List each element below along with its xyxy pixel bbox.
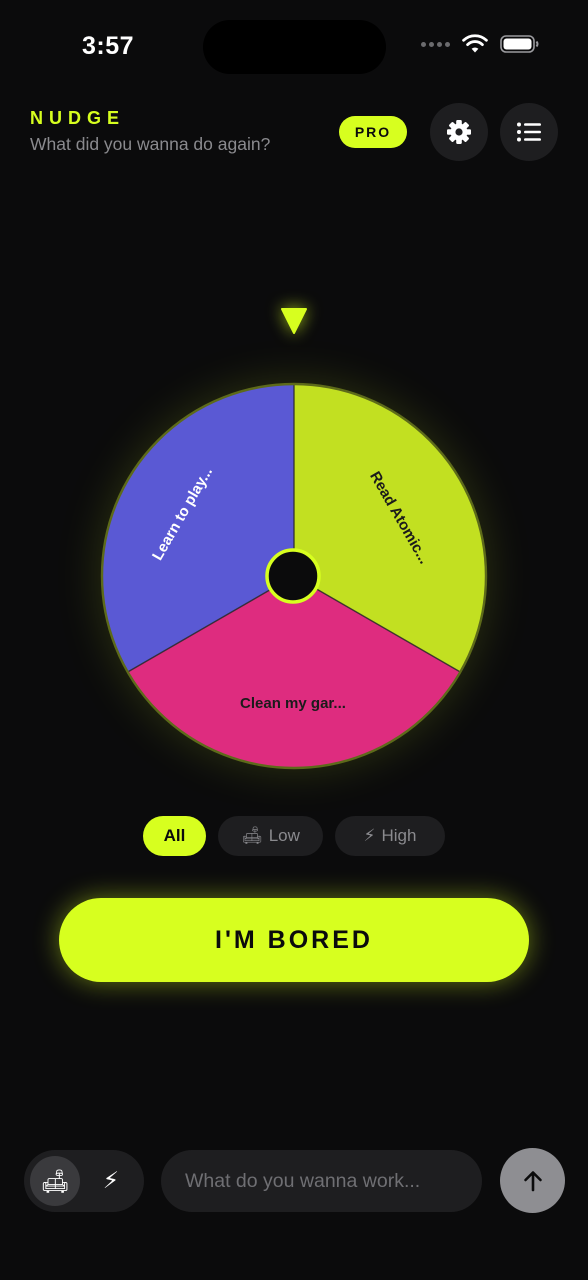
- im-bored-button[interactable]: I'M BORED: [59, 898, 529, 982]
- status-icons: [421, 34, 540, 54]
- send-button[interactable]: [500, 1148, 565, 1213]
- energy-mode-toggle: 🛋 ⚡: [24, 1150, 144, 1212]
- filter-chip-low[interactable]: 🛋 Low: [218, 816, 323, 856]
- list-icon: [517, 122, 541, 142]
- settings-button[interactable]: [430, 103, 488, 161]
- screen: 3:57 NUDGE What did you wanna do again? …: [0, 0, 588, 1280]
- lightning-icon: ⚡: [102, 1168, 120, 1194]
- lightning-icon: ⚡: [363, 826, 376, 846]
- pro-badge[interactable]: PRO: [339, 116, 407, 148]
- gear-icon: [447, 120, 471, 144]
- app-title: NUDGE: [30, 108, 126, 128]
- wheel-hub: [265, 548, 321, 604]
- couch-icon: 🛋: [40, 1168, 70, 1195]
- filter-chip-high-label: High: [381, 826, 417, 845]
- status-time: 3:57: [82, 32, 135, 60]
- low-energy-mode-button[interactable]: 🛋: [30, 1156, 80, 1206]
- filter-chip-low-label: Low: [268, 826, 300, 845]
- couch-icon: 🛋: [241, 826, 263, 846]
- high-energy-mode-button[interactable]: ⚡: [86, 1156, 136, 1206]
- filter-chip-all-label: All: [163, 826, 186, 845]
- wheel-label-clean: Clean my gar...: [240, 695, 346, 712]
- dynamic-island: [203, 20, 386, 74]
- list-button[interactable]: [500, 103, 558, 161]
- arrow-up-icon: [523, 1170, 542, 1191]
- filter-chip-all[interactable]: All: [143, 816, 206, 856]
- app-subtitle: What did you wanna do again?: [30, 134, 271, 154]
- wifi-icon: [462, 34, 488, 53]
- task-input[interactable]: [161, 1150, 482, 1212]
- wheel-pointer-icon: [281, 308, 307, 334]
- filter-chip-high[interactable]: ⚡ High: [335, 816, 445, 856]
- battery-icon: [500, 35, 539, 53]
- spin-wheel[interactable]: Read Atomic... Clean my gar... Learn to …: [99, 381, 489, 771]
- cellular-signal-icon: [421, 41, 450, 47]
